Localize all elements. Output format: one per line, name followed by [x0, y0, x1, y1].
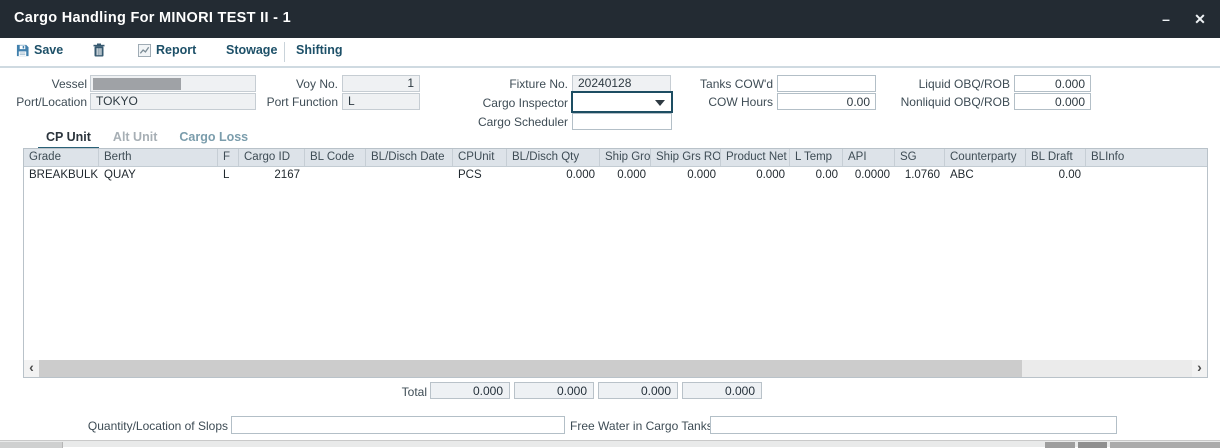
toolbar: Save Report Stowage Shifting	[0, 38, 1220, 66]
window-title: Cargo Handling For MINORI TEST II - 1	[14, 10, 291, 26]
col-header-f: F	[218, 149, 239, 166]
grid-header-row: Grade Berth F Cargo ID BL Code BL/Disch …	[24, 149, 1208, 167]
cell-l-temp: 0.00	[790, 167, 843, 184]
col-header-sg: SG	[895, 149, 945, 166]
cell-bl-draft: 0.00	[1026, 167, 1086, 184]
bottom-strip-segment	[1110, 442, 1220, 448]
tab-cp-unit[interactable]: CP Unit	[38, 128, 99, 150]
bottom-strip-segment	[1045, 442, 1075, 448]
bottom-strip-segment	[1078, 442, 1107, 448]
grid-horizontal-scrollbar[interactable]: ‹ ›	[24, 360, 1207, 377]
delete-button[interactable]	[93, 43, 105, 57]
window-bottom-scrollbar[interactable]	[0, 440, 1220, 447]
table-row[interactable]: BREAKBULK QUAY L 2167 PCS 0.000 0.000 0.…	[24, 167, 1208, 184]
slops-input[interactable]	[231, 416, 565, 434]
cell-grade: BREAKBULK	[24, 167, 99, 184]
col-header-product-net: Product Net	[721, 149, 790, 166]
stowage-label: Stowage	[226, 43, 277, 57]
cell-berth: QUAY	[99, 167, 218, 184]
fixture-no-label: Fixture No.	[440, 77, 568, 92]
cargo-inspector-label: Cargo Inspector	[440, 96, 568, 111]
cell-counterparty: ABC	[945, 167, 1026, 184]
total-ship-gross: 0.000	[514, 382, 594, 399]
vessel-field	[90, 75, 256, 92]
toolbar-separator-line	[0, 66, 1220, 68]
cell-ship-grs-rob: 0.000	[651, 167, 721, 184]
col-header-counterparty: Counterparty	[945, 149, 1026, 166]
cell-sg: 1.0760	[895, 167, 945, 184]
port-function-field: L	[342, 93, 420, 110]
col-header-l-temp: L Temp	[790, 149, 843, 166]
trash-icon	[93, 43, 105, 57]
cell-api: 0.0000	[843, 167, 895, 184]
cell-bl-code	[305, 167, 366, 184]
vessel-redacted-block	[93, 78, 181, 90]
shifting-label: Shifting	[296, 43, 343, 57]
port-location-label: Port/Location	[0, 95, 87, 110]
cell-product-net: 0.000	[721, 167, 790, 184]
shifting-button[interactable]: Shifting	[296, 43, 343, 57]
scrollbar-thumb[interactable]	[39, 360, 1022, 377]
tanks-cowd-input[interactable]	[777, 75, 876, 92]
save-icon	[16, 44, 29, 57]
save-label: Save	[34, 43, 63, 57]
cell-cargo-id: 2167	[239, 167, 305, 184]
cell-bl-disch-qty: 0.000	[507, 167, 600, 184]
cargo-scheduler-input[interactable]	[572, 113, 672, 130]
unit-tabs: CP Unit Alt Unit Cargo Loss	[38, 128, 262, 150]
save-button[interactable]: Save	[16, 43, 63, 57]
liquid-obq-input[interactable]	[1014, 75, 1091, 92]
report-chart-icon	[138, 44, 151, 57]
col-header-bl-code: BL Code	[305, 149, 366, 166]
stowage-button[interactable]: Stowage	[226, 43, 277, 57]
col-header-blinfo: BLInfo	[1086, 149, 1208, 166]
cell-bl-disch-date	[366, 167, 453, 184]
liquid-obq-label: Liquid OBQ/ROB	[870, 77, 1010, 92]
col-header-bl-draft: BL Draft	[1026, 149, 1086, 166]
total-bl-disch-qty: 0.000	[430, 382, 510, 399]
total-ship-grs-rob: 0.000	[598, 382, 678, 399]
minimize-icon[interactable]: –	[1154, 9, 1178, 29]
port-location-field: TOKYO	[90, 93, 256, 110]
col-header-ship-grs-rob: Ship Grs ROB	[651, 149, 721, 166]
cow-hours-label: COW Hours	[655, 95, 773, 110]
toolbar-divider	[284, 42, 285, 62]
col-header-grade: Grade	[24, 149, 99, 166]
cell-ship-gross: 0.000	[600, 167, 651, 184]
col-header-cargo-id: Cargo ID	[239, 149, 305, 166]
tab-alt-unit[interactable]: Alt Unit	[105, 128, 165, 150]
report-label: Report	[156, 43, 196, 57]
vessel-label: Vessel	[0, 77, 87, 92]
col-header-bl-disch-qty: BL/Disch Qty	[507, 149, 600, 166]
tab-cargo-loss[interactable]: Cargo Loss	[171, 128, 256, 150]
slops-label: Quantity/Location of Slops	[28, 419, 228, 433]
col-header-ship-gross: Ship Gross	[600, 149, 651, 166]
report-button[interactable]: Report	[138, 43, 196, 57]
col-header-bl-disch-date: BL/Disch Date	[366, 149, 453, 166]
voy-no-field: 1	[342, 75, 420, 92]
tanks-cowd-label: Tanks COW'd	[655, 77, 773, 92]
window-titlebar: Cargo Handling For MINORI TEST II - 1 – …	[0, 0, 1220, 38]
nonliquid-obq-label: Nonliquid OBQ/ROB	[870, 95, 1010, 110]
cow-hours-input[interactable]	[777, 93, 876, 110]
free-water-input[interactable]	[710, 416, 1117, 434]
cell-cpunit: PCS	[453, 167, 507, 184]
total-product-net: 0.000	[682, 382, 762, 399]
col-header-cpunit: CPUnit	[453, 149, 507, 166]
free-water-label: Free Water in Cargo Tanks	[570, 419, 707, 433]
total-label: Total	[350, 385, 427, 399]
scroll-left-icon[interactable]: ‹	[24, 360, 39, 377]
nonliquid-obq-input[interactable]	[1014, 93, 1091, 110]
col-header-api: API	[843, 149, 895, 166]
col-header-berth: Berth	[99, 149, 218, 166]
voy-no-label: Voy No.	[250, 77, 338, 92]
cargo-scheduler-label: Cargo Scheduler	[440, 115, 568, 130]
cell-blinfo	[1086, 167, 1208, 184]
close-icon[interactable]: ✕	[1188, 9, 1212, 29]
scroll-right-icon[interactable]: ›	[1192, 360, 1207, 377]
port-function-label: Port Function	[250, 95, 338, 110]
cargo-grid: Grade Berth F Cargo ID BL Code BL/Disch …	[23, 148, 1208, 378]
bottom-scrollbar-thumb[interactable]	[0, 442, 63, 448]
cell-f: L	[218, 167, 239, 184]
